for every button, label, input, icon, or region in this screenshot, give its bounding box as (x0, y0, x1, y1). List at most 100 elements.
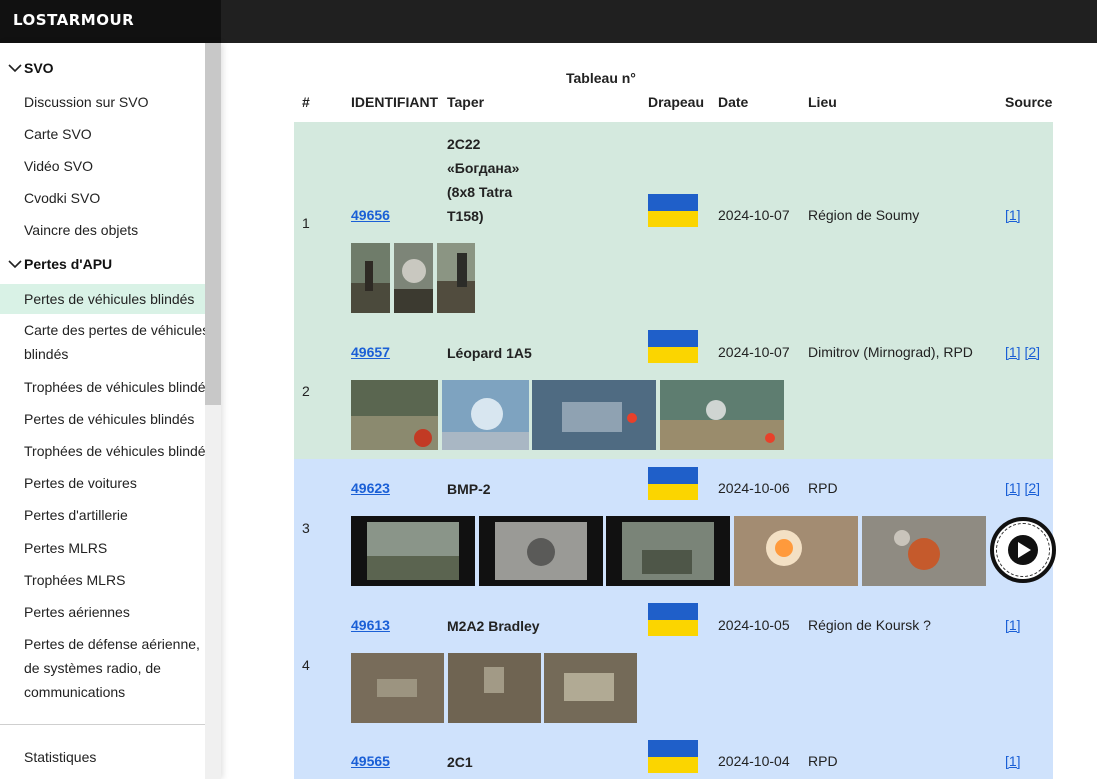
play-icon (1008, 535, 1038, 565)
source-link[interactable]: [1] (1005, 617, 1021, 633)
row-place: Région de Koursk ? (808, 617, 931, 633)
sidebar-item-pertes-artillerie[interactable]: Pertes d'artillerie (0, 503, 205, 527)
ukraine-flag-icon (648, 740, 698, 773)
thumbnail-image[interactable] (862, 516, 986, 586)
sidebar-item-statistiques[interactable]: Statistiques (0, 745, 205, 769)
row-id-link[interactable]: 49657 (351, 344, 390, 360)
sidebar-item-label: Pertes de voitures (24, 475, 137, 491)
sidebar-item-video-svo[interactable]: Vidéo SVO (0, 154, 205, 178)
sidebar-item-label: Pertes de véhicules blindés (24, 411, 195, 427)
header-id: IDENTIFIANT (351, 94, 439, 110)
row-id-link[interactable]: 49656 (351, 207, 390, 223)
logo-area[interactable]: LOSTARMOUR (0, 0, 221, 43)
row-place: Région de Soumy (808, 207, 920, 223)
thumbnail-image[interactable] (544, 653, 637, 723)
sidebar-item-carte-svo[interactable]: Carte SVO (0, 122, 205, 146)
source-link[interactable]: [1] (1005, 344, 1021, 360)
sidebar-item-pertes-mlrs[interactable]: Pertes MLRS (0, 536, 205, 560)
sidebar-item-label: Pertes aériennes (24, 604, 130, 620)
ukraine-flag-icon (648, 467, 698, 500)
row-id-link[interactable]: 49565 (351, 753, 390, 769)
sidebar-item-label: Pertes de défense aérienne, de systèmes … (24, 636, 200, 700)
sidebar-item-label: Vidéo SVO (24, 158, 94, 174)
sidebar-item-label: Carte des pertes de véhicules blindés (24, 322, 210, 362)
sidebar-item-label: Vaincre des objets (24, 222, 139, 238)
source-link[interactable]: [1] (1005, 480, 1021, 496)
row-sources: [1] [2] (1005, 344, 1040, 360)
thumbnail-image[interactable] (394, 243, 433, 313)
row-type: BMP-2 (447, 481, 491, 497)
thumbnail-image[interactable] (437, 243, 475, 313)
thumbnail-image[interactable] (606, 516, 730, 586)
top-bar: LOSTARMOUR (0, 0, 1097, 43)
sidebar-item-pertes-voitures[interactable]: Pertes de voitures (0, 471, 205, 495)
sidebar-group-label: Pertes d'APU (24, 256, 113, 272)
thumbnail-image[interactable] (442, 380, 529, 450)
row-place: RPD (808, 753, 838, 769)
ukraine-flag-icon (648, 603, 698, 636)
sidebar-item-label: Pertes de véhicules blindés (24, 291, 195, 307)
thumbnail-image[interactable] (660, 380, 784, 450)
thumbnail-image[interactable] (351, 380, 438, 450)
row-date: 2024-10-05 (718, 617, 790, 633)
sidebar-divider (0, 724, 205, 725)
thumbnail-image[interactable] (351, 243, 390, 313)
row-type: 2C1 (447, 754, 473, 770)
sidebar-item-vaincre-objets[interactable]: Vaincre des objets (0, 218, 205, 242)
ukraine-flag-icon (648, 194, 698, 227)
thumbnail-image[interactable] (734, 516, 858, 586)
sidebar-item-label: Trophées de véhicules blindés (24, 443, 213, 459)
sidebar-item-trophees-mlrs[interactable]: Trophées MLRS (0, 568, 205, 592)
source-link[interactable]: [2] (1024, 344, 1040, 360)
sidebar-item-pertes-vehicules-blindes[interactable]: Pertes de véhicules blindés (0, 284, 205, 314)
thumbnail-image[interactable] (448, 653, 541, 723)
row-date: 2024-10-07 (718, 344, 790, 360)
sidebar-item-trophees-vehicules[interactable]: Trophées de véhicules blindés (0, 375, 213, 399)
header-flag: Drapeau (648, 94, 705, 110)
chevron-down-icon (8, 64, 22, 73)
sidebar-item-label: Discussion sur SVO (24, 94, 149, 110)
sidebar-item-pertes-aeriennes[interactable]: Pertes aériennes (0, 600, 205, 624)
sidebar-item-label: Statistiques (24, 749, 97, 765)
row-num: 3 (302, 520, 310, 536)
row-id-link[interactable]: 49613 (351, 617, 390, 633)
thumbnail-image[interactable] (532, 380, 656, 450)
sidebar-item-carte-pertes[interactable]: Carte des pertes de véhicules blindés (0, 318, 210, 366)
row-date: 2024-10-04 (718, 753, 790, 769)
row-place: Dimitrov (Mirnograd), RPD (808, 344, 973, 360)
sidebar-group-svo[interactable]: SVO (8, 60, 54, 76)
row-id-link[interactable]: 49623 (351, 480, 390, 496)
thumbnail-image[interactable] (351, 516, 475, 586)
row-num: 1 (302, 215, 310, 231)
sidebar-item-label: Trophées de véhicules blindés (24, 379, 213, 395)
sidebar-item-pertes-defense-aerienne[interactable]: Pertes de défense aérienne, de systèmes … (0, 632, 212, 704)
sidebar-item-cvodki-svo[interactable]: Cvodki SVO (0, 186, 205, 210)
row-num: 4 (302, 657, 310, 673)
header-source: Source (1005, 94, 1053, 110)
sidebar-item-pertes-vehicules-2[interactable]: Pertes de véhicules blindés (0, 407, 205, 431)
source-link[interactable]: [1] (1005, 753, 1021, 769)
row-sources: [1] (1005, 753, 1021, 769)
thumbnail-image[interactable] (351, 653, 444, 723)
sidebar-item-label: Pertes MLRS (24, 540, 108, 556)
row-type: M2A2 Bradley (447, 618, 540, 634)
thumbnail-image[interactable] (479, 516, 603, 586)
sidebar-item-trophees-vehicules-2[interactable]: Trophées de véhicules blindés (0, 439, 213, 463)
row-place: RPD (808, 480, 838, 496)
sidebar-scrollbar-thumb[interactable] (205, 43, 221, 405)
ukraine-flag-icon (648, 330, 698, 363)
row-date: 2024-10-07 (718, 207, 790, 223)
header-num: # (302, 94, 310, 110)
sidebar-item-discussion-svo[interactable]: Discussion sur SVO (0, 90, 205, 114)
row-sources: [1] (1005, 617, 1021, 633)
play-button[interactable] (990, 517, 1056, 583)
sidebar-group-apu[interactable]: Pertes d'APU (8, 256, 112, 272)
source-link[interactable]: [2] (1024, 480, 1040, 496)
row-num: 2 (302, 383, 310, 399)
sidebar-item-label: Trophées MLRS (24, 572, 126, 588)
source-link[interactable]: [1] (1005, 207, 1021, 223)
site-logo[interactable]: LOSTARMOUR (13, 11, 134, 29)
row-date: 2024-10-06 (718, 480, 790, 496)
sidebar-item-label: Carte SVO (24, 126, 92, 142)
header-tableau: Tableau n° (566, 70, 636, 86)
